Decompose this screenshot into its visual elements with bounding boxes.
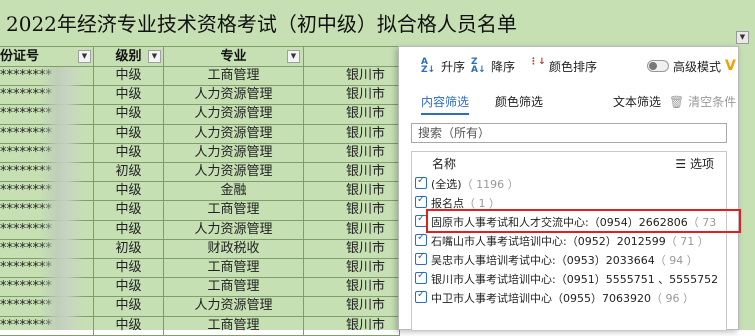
item-label: 吴忠市人事培训考试中心:（0953）2033664 <box>431 254 655 267</box>
cell-major[interactable]: 工商管理 <box>164 259 304 279</box>
filter-panel: A Z↓ 升序 Z A↓ 降序 ⋮↓ 颜色排序 高级模式 V 内容筛选 颜色筛选 文… <box>398 46 739 331</box>
sheet-title: 2022年经济专业技术资格考试（初中级）拟合格人员名单 <box>6 12 517 36</box>
list-header: 名称 ☰ 选项 <box>412 152 726 172</box>
checkbox-checked-icon[interactable] <box>415 289 427 303</box>
filter-dropdown-icon[interactable]: ▼ <box>78 50 91 63</box>
cell-level[interactable]: 中级 <box>94 86 164 106</box>
cell-location[interactable]: 银川市 <box>304 201 400 221</box>
color-sort-button[interactable]: ⋮↓ 颜色排序 <box>529 57 597 75</box>
cell-location[interactable]: 银川市 <box>304 259 400 279</box>
checkbox-checked-icon[interactable] <box>415 270 427 284</box>
filter-dropdown-icon[interactable]: ▼ <box>148 50 161 63</box>
cell-major[interactable]: 人力资源管理 <box>164 220 304 240</box>
cell-location[interactable]: 银川市 <box>304 220 400 240</box>
cell-location[interactable]: 银川市 <box>304 143 400 163</box>
checkbox-checked-icon[interactable] <box>415 175 427 189</box>
checkbox-checked-icon[interactable] <box>415 194 427 208</box>
checkbox-checked-icon[interactable] <box>415 232 427 246</box>
item-label: 石嘴山市人事考试培训中心:（0952）2012599 <box>431 235 666 248</box>
cell-major[interactable]: 金融 <box>164 182 304 202</box>
sort-desc-button[interactable]: Z A↓ 降序 <box>471 57 515 75</box>
filter-tabs: 内容筛选 颜色筛选 文本筛选 🗑 清空条件 <box>399 91 738 115</box>
title-row: 2022年经济专业技术资格考试（初中级）拟合格人员名单 <box>0 0 755 46</box>
cell-major[interactable]: 人力资源管理 <box>164 297 304 317</box>
options-button[interactable]: ☰ 选项 <box>675 155 714 172</box>
item-count: （ 4 <box>718 273 726 286</box>
cell-location[interactable]: 银川市 <box>304 316 400 336</box>
cell-location[interactable]: 银川市 <box>304 297 400 317</box>
item-label: 中卫市人事考试培训中心（0955）7063920 <box>431 292 651 305</box>
options-icon: ☰ <box>675 157 687 171</box>
advanced-mode-toggle[interactable]: 高级模式 V <box>647 57 736 75</box>
cell-level[interactable]: 初级 <box>94 239 164 259</box>
filter-list: 名称 ☰ 选项 (全选)（ 1196 ）报名点（ 1 ）固原市人事考试和人才交流… <box>411 151 727 331</box>
cell-location[interactable]: 银川市 <box>304 239 400 259</box>
tab-text-filter[interactable]: 文本筛选 <box>613 93 661 110</box>
cell-major[interactable]: 人力资源管理 <box>164 86 304 106</box>
vip-icon: V <box>725 58 736 74</box>
cell-major[interactable]: 人力资源管理 <box>164 163 304 183</box>
item-count: （ 94 ） <box>654 254 698 267</box>
header-major: 专业 <box>164 46 304 67</box>
cell-level[interactable]: 初级 <box>94 163 164 183</box>
highlight-box <box>426 209 741 233</box>
cell-location[interactable]: 银川市 <box>304 182 400 202</box>
cell-level[interactable]: 中级 <box>94 316 164 336</box>
clear-conditions-button[interactable]: 🗑 清空条件 <box>669 93 736 110</box>
filter-list-item[interactable]: 中卫市人事考试培训中心（0955）7063920（ 96 ） <box>415 288 726 307</box>
filter-list-item[interactable]: 石嘴山市人事考试培训中心:（0952）2012599（ 71 ） <box>415 231 726 250</box>
tab-content-filter[interactable]: 内容筛选 <box>421 93 470 115</box>
cell-level[interactable]: 中级 <box>94 278 164 298</box>
cell-major[interactable]: 工商管理 <box>164 67 304 87</box>
filter-list-item[interactable]: 吴忠市人事培训考试中心:（0953）2033664（ 94 ） <box>415 250 726 269</box>
cell-location[interactable]: 银川市 <box>304 278 400 298</box>
item-count: （ 71 ） <box>665 235 709 248</box>
cell-level[interactable]: 中级 <box>94 105 164 125</box>
cell-major[interactable]: 工商管理 <box>164 316 304 336</box>
checkbox-checked-icon[interactable] <box>415 251 427 265</box>
header-location <box>304 46 400 67</box>
toggle-switch-icon <box>647 60 669 72</box>
item-count: （ 1196 ） <box>461 178 519 191</box>
cell-level[interactable]: 中级 <box>94 201 164 221</box>
sort-asc-button[interactable]: A Z↓ 升序 <box>421 57 465 75</box>
blurred-region <box>40 67 84 330</box>
cell-location[interactable]: 银川市 <box>304 105 400 125</box>
cell-major[interactable]: 人力资源管理 <box>164 143 304 163</box>
cell-major[interactable]: 工商管理 <box>164 201 304 221</box>
color-sort-icon: ⋮↓ <box>529 57 546 67</box>
cell-location[interactable]: 银川市 <box>304 124 400 144</box>
cell-level[interactable]: 中级 <box>94 182 164 202</box>
cell-location[interactable]: 银川市 <box>304 163 400 183</box>
cell-major[interactable]: 工商管理 <box>164 278 304 298</box>
cell-level[interactable]: 中级 <box>94 220 164 240</box>
cell-level[interactable]: 中级 <box>94 124 164 144</box>
search-input[interactable]: 搜索（所有） <box>411 123 727 143</box>
sort-asc-icon: A Z↓ <box>421 57 436 75</box>
cell-major[interactable]: 人力资源管理 <box>164 124 304 144</box>
filter-dropdown-icon[interactable]: ▼ <box>287 50 300 63</box>
tab-color-filter[interactable]: 颜色筛选 <box>495 93 543 110</box>
cell-level[interactable]: 中级 <box>94 143 164 163</box>
cell-location[interactable]: 银川市 <box>304 67 400 87</box>
trash-icon: 🗑 <box>669 95 685 109</box>
filter-dropdown-icon[interactable]: ▼ <box>736 31 749 44</box>
filter-list-item[interactable]: (全选)（ 1196 ） <box>415 174 726 193</box>
sort-desc-icon: Z A↓ <box>471 57 486 75</box>
cell-level[interactable]: 中级 <box>94 67 164 87</box>
item-label: 银川市人事考试培训中心:（0951）5555751 、5555752 <box>431 273 719 286</box>
cell-major[interactable]: 财政税收 <box>164 239 304 259</box>
item-label: (全选) <box>431 178 462 191</box>
item-count: （ 96 ） <box>650 292 694 305</box>
sort-bar: A Z↓ 升序 Z A↓ 降序 ⋮↓ 颜色排序 高级模式 V <box>399 47 738 83</box>
cell-major[interactable]: 人力资源管理 <box>164 105 304 125</box>
cell-level[interactable]: 中级 <box>94 297 164 317</box>
cell-location[interactable]: 银川市 <box>304 86 400 106</box>
cell-level[interactable]: 中级 <box>94 259 164 279</box>
filter-list-item[interactable]: 银川市人事考试培训中心:（0951）5555751 、5555752（ 4 <box>415 269 726 288</box>
